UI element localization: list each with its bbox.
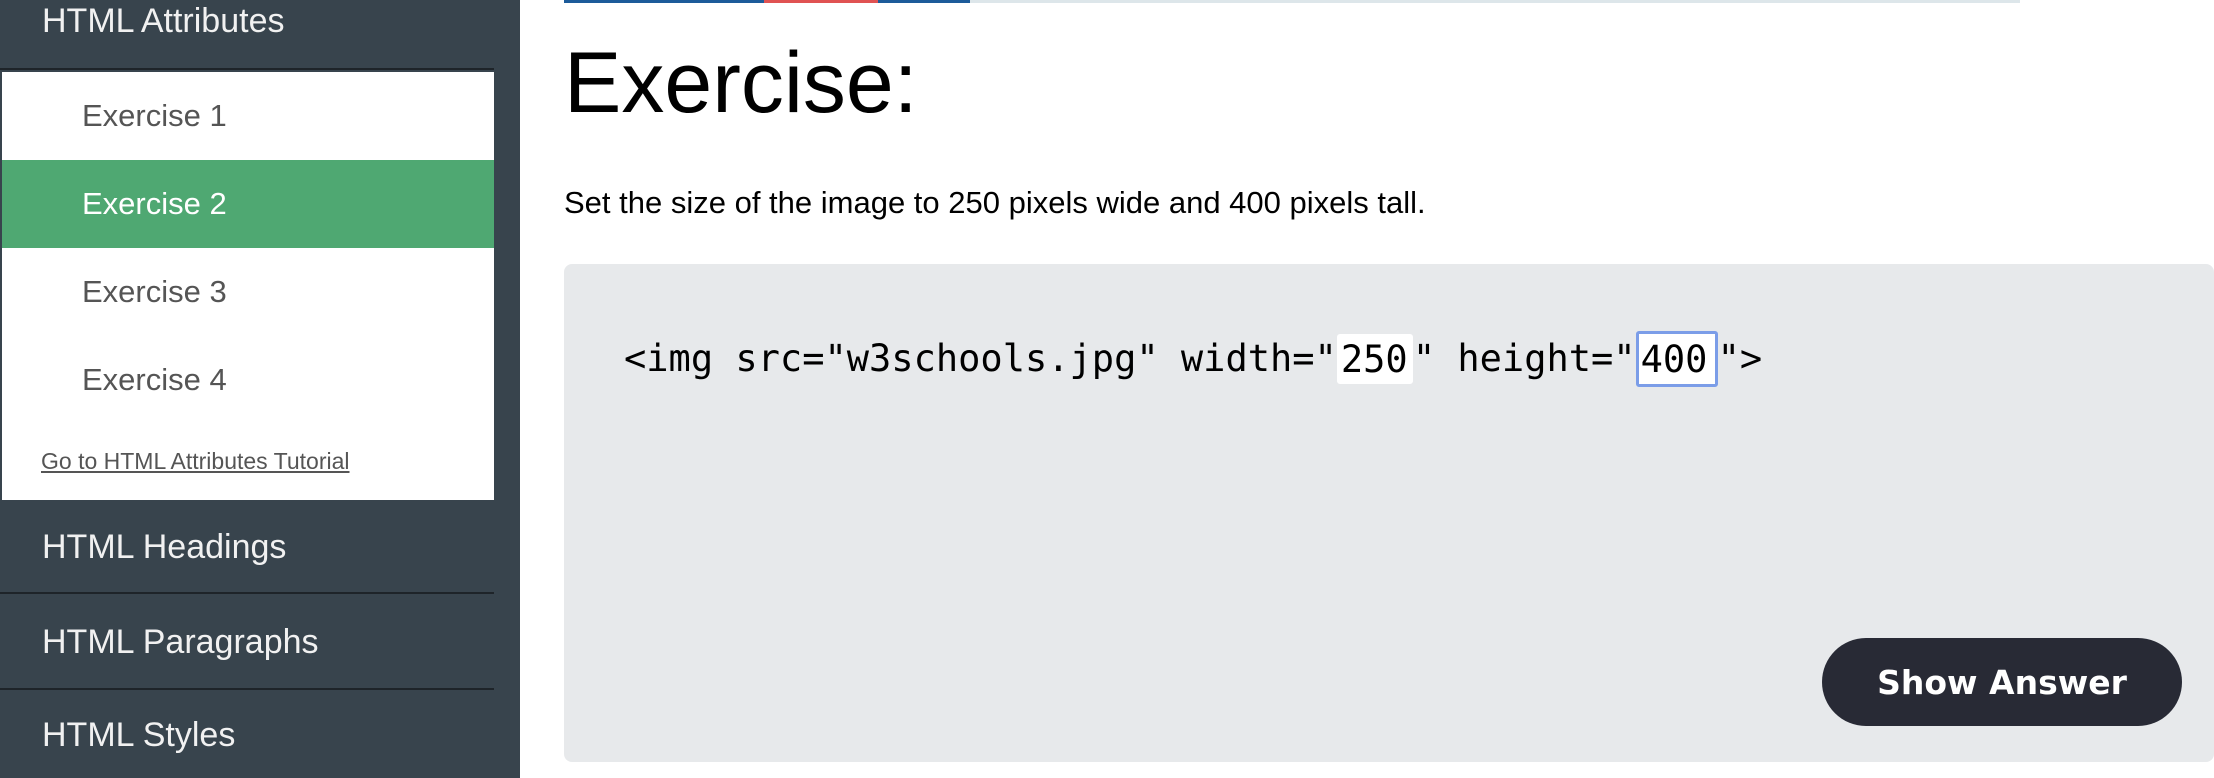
progress-segment (970, 0, 2020, 3)
page-title: Exercise: (564, 35, 918, 131)
exercise-label: Exercise 3 (82, 274, 227, 309)
sidebar-category-label: HTML Paragraphs (42, 622, 319, 661)
exercise-submenu: Exercise 1 Exercise 2 Exercise 3 Exercis… (2, 72, 494, 500)
sidebar-category-html-styles[interactable]: HTML Styles (0, 692, 494, 778)
height-answer-input[interactable] (1635, 331, 1718, 387)
sidebar-item-exercise-2[interactable]: Exercise 2 (2, 160, 494, 248)
exercise-label: Exercise 2 (82, 186, 227, 221)
sidebar-item-exercise-3[interactable]: Exercise 3 (2, 248, 494, 336)
exercise-instructions: Set the size of the image to 250 pixels … (564, 185, 1426, 220)
sidebar-item-exercise-4[interactable]: Exercise 4 (2, 336, 494, 424)
progress-segment (764, 0, 878, 3)
exercise-label: Exercise 1 (82, 98, 227, 133)
sidebar-item-exercise-1[interactable]: Exercise 1 (2, 72, 494, 160)
exercise-progress-bar (564, 0, 2020, 3)
sidebar-category-label: HTML Attributes (42, 2, 285, 40)
show-answer-button[interactable]: Show Answer (1822, 638, 2182, 726)
code-text-middle: " height=" (1412, 337, 1636, 380)
tutorial-link[interactable]: Go to HTML Attributes Tutorial (41, 448, 350, 475)
width-answer-input[interactable] (1336, 334, 1413, 384)
code-line: <img src="w3schools.jpg" width=" " heigh… (624, 330, 1762, 388)
sidebar: HTML Attributes Exercise 1 Exercise 2 Ex… (0, 0, 520, 778)
progress-segment (878, 0, 970, 3)
code-editor: <img src="w3schools.jpg" width=" " heigh… (564, 264, 2214, 762)
code-text-prefix: <img src="w3schools.jpg" width=" (624, 337, 1337, 380)
progress-segment (564, 0, 764, 3)
sidebar-category-label: HTML Styles (42, 715, 236, 754)
sidebar-category-html-paragraphs[interactable]: HTML Paragraphs (0, 596, 494, 690)
code-text-suffix: "> (1717, 337, 1763, 380)
sidebar-category-label: HTML Headings (42, 527, 287, 566)
exercise-label: Exercise 4 (82, 362, 227, 397)
sidebar-category-html-attributes[interactable]: HTML Attributes (0, 0, 494, 70)
sidebar-category-html-headings[interactable]: HTML Headings (0, 502, 494, 594)
